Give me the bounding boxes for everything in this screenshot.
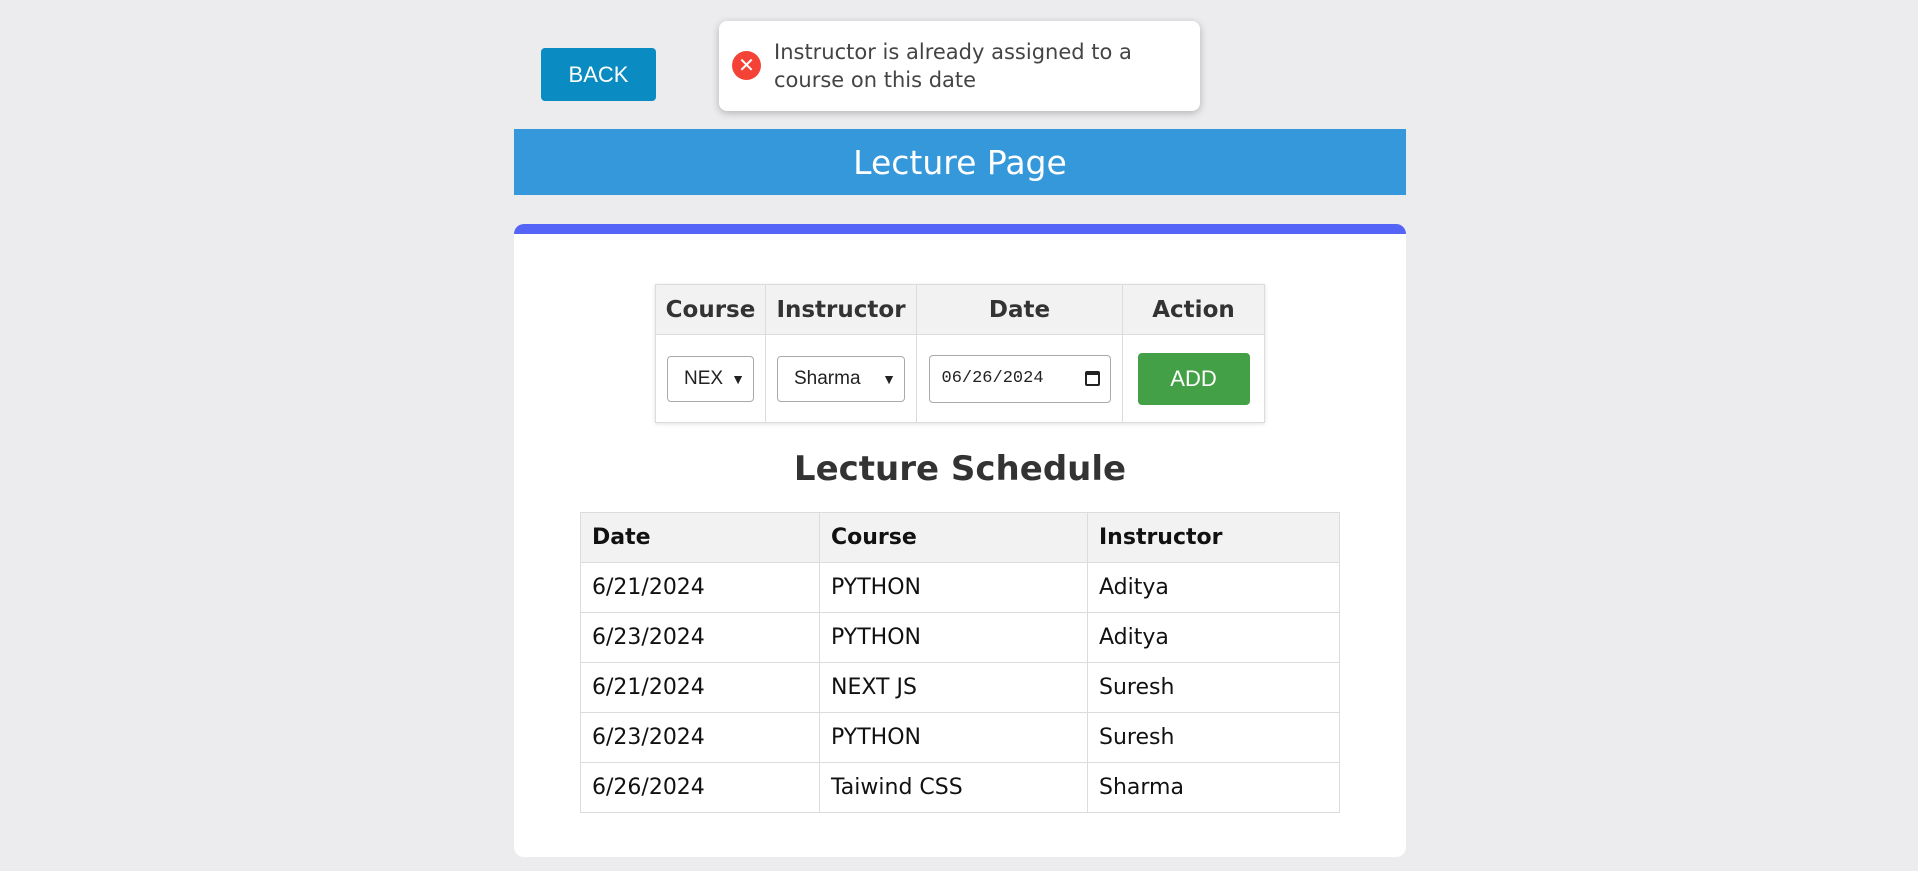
form-header-instructor: Instructor bbox=[765, 284, 917, 335]
chevron-down-icon: ▼ bbox=[882, 370, 896, 387]
instructor-select[interactable]: Sharma ▼ bbox=[777, 355, 905, 402]
table-row: 6/21/2024 PYTHON Aditya bbox=[580, 562, 1340, 613]
instructor-select-value: Sharma bbox=[794, 367, 861, 389]
course-select-value: NEX bbox=[684, 367, 724, 389]
cell-course: PYTHON bbox=[819, 612, 1088, 663]
cell-instructor: Sharma bbox=[1087, 762, 1340, 813]
add-lecture-form: Course Instructor Date Action NEX ▼ Shar… bbox=[655, 284, 1265, 423]
schedule-header-course: Course bbox=[819, 512, 1088, 563]
cell-date: 6/26/2024 bbox=[580, 762, 820, 813]
add-button[interactable]: ADD bbox=[1137, 352, 1250, 405]
cell-date: 6/23/2024 bbox=[580, 612, 820, 663]
table-row: 6/26/2024 Taiwind CSS Sharma bbox=[580, 762, 1340, 813]
schedule-header-instructor: Instructor bbox=[1087, 512, 1340, 563]
course-select[interactable]: NEX ▼ bbox=[667, 355, 754, 402]
cell-date: 6/21/2024 bbox=[580, 562, 820, 613]
page-title: Lecture Page bbox=[853, 142, 1067, 182]
cell-instructor: Aditya bbox=[1087, 562, 1340, 613]
lecture-card: Course Instructor Date Action NEX ▼ Shar… bbox=[514, 224, 1406, 857]
toast-message: Instructor is already assigned to a cour… bbox=[774, 40, 1132, 92]
error-toast: ✕ Instructor is already assigned to a co… bbox=[719, 21, 1200, 111]
table-row: 6/21/2024 NEXT JS Suresh bbox=[580, 662, 1340, 713]
cell-instructor: Aditya bbox=[1087, 612, 1340, 663]
table-row: 6/23/2024 PYTHON Suresh bbox=[580, 712, 1340, 763]
cell-course: PYTHON bbox=[819, 712, 1088, 763]
cell-course: Taiwind CSS bbox=[819, 762, 1088, 813]
cell-course: NEXT JS bbox=[819, 662, 1088, 713]
date-input[interactable]: 06/26/2024 bbox=[928, 354, 1111, 403]
cell-instructor: Suresh bbox=[1087, 712, 1340, 763]
form-header-course: Course bbox=[655, 284, 766, 335]
schedule-header-date: Date bbox=[580, 512, 820, 563]
date-input-value: 06/26/2024 bbox=[941, 369, 1044, 388]
back-button[interactable]: BACK bbox=[541, 48, 656, 101]
error-icon: ✕ bbox=[732, 51, 761, 80]
page-header: Lecture Page bbox=[514, 129, 1406, 195]
schedule-table: Date Course Instructor 6/21/2024 PYTHON … bbox=[580, 512, 1340, 813]
schedule-title: Lecture Schedule bbox=[793, 449, 1127, 489]
form-header-date: Date bbox=[916, 284, 1123, 335]
form-header-action: Action bbox=[1122, 284, 1265, 335]
cell-course: PYTHON bbox=[819, 562, 1088, 613]
chevron-down-icon: ▼ bbox=[731, 370, 745, 387]
cell-date: 6/21/2024 bbox=[580, 662, 820, 713]
table-row: 6/23/2024 PYTHON Aditya bbox=[580, 612, 1340, 663]
cell-date: 6/23/2024 bbox=[580, 712, 820, 763]
cell-instructor: Suresh bbox=[1087, 662, 1340, 713]
calendar-icon[interactable] bbox=[1084, 371, 1100, 386]
